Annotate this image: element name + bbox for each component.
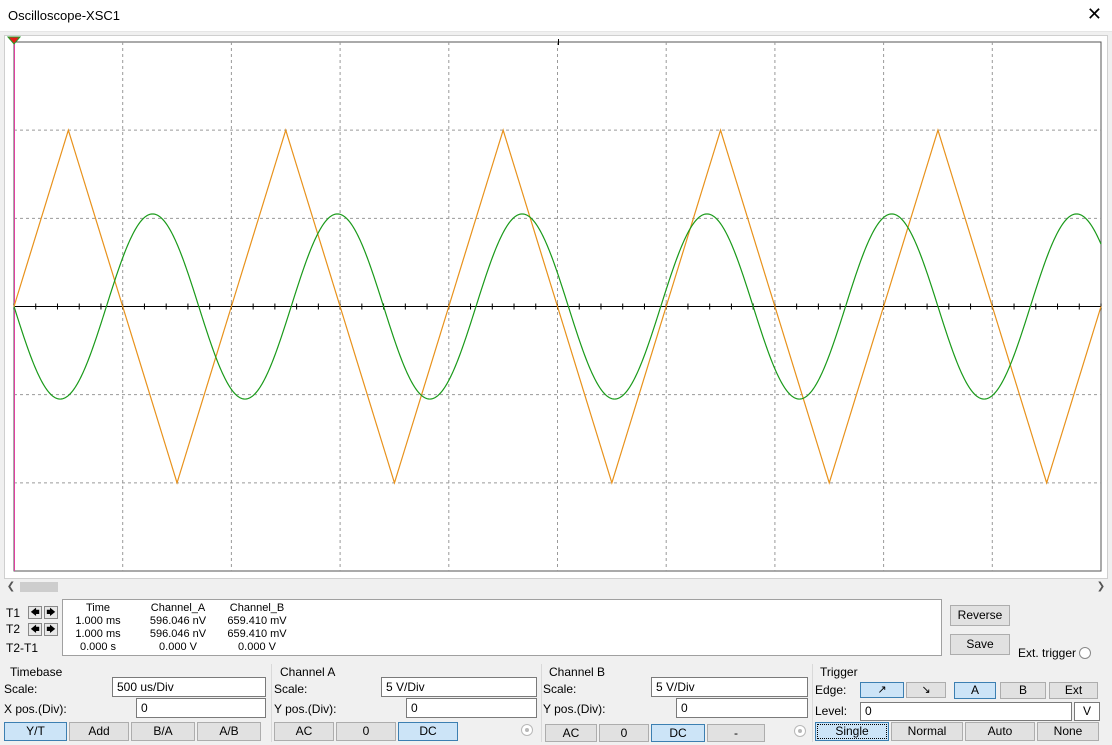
oscilloscope-display[interactable] xyxy=(4,35,1108,579)
channel-a-ac-button[interactable]: AC xyxy=(274,722,334,741)
t1-left-arrow-icon[interactable]: 🡄 xyxy=(28,606,42,619)
diff-channel-b: 0.000 V xyxy=(238,641,276,653)
rising-edge-icon[interactable]: ↗ xyxy=(860,682,904,698)
t2-label: T2 xyxy=(6,622,21,636)
trigger-level-unit[interactable]: V xyxy=(1074,702,1100,721)
trigger-level-label: Level: xyxy=(815,704,848,718)
t2-t1-label: T2-T1 xyxy=(6,641,39,655)
header-channel-b: Channel_B xyxy=(229,602,285,614)
window-title: Oscilloscope-XSC1 xyxy=(8,8,120,23)
timebase-xpos-label: X pos.(Div): xyxy=(4,702,67,716)
t2-channel-b: 659.410 mV xyxy=(227,628,287,640)
t1-label: T1 xyxy=(6,606,21,620)
trigger-source-ext-button[interactable]: Ext xyxy=(1049,682,1098,699)
channel-a-scale-input[interactable]: 5 V/Div xyxy=(381,677,537,697)
timebase-title: Timebase xyxy=(10,665,63,679)
diff-time: 0.000 s xyxy=(79,641,117,653)
t2-channel-a: 596.046 nV xyxy=(149,628,207,640)
scroll-thumb[interactable] xyxy=(20,582,58,592)
timebase-scale-label: Scale: xyxy=(4,682,38,696)
trigger-source-b-button[interactable]: B xyxy=(1000,682,1046,699)
t1-right-arrow-icon[interactable]: 🡆 xyxy=(44,606,58,619)
t1-channel-a: 596.046 nV xyxy=(149,615,207,627)
channel-b-ac-button[interactable]: AC xyxy=(545,724,597,742)
channel-b-ypos-input[interactable]: 0 xyxy=(676,698,808,718)
diff-channel-a: 0.000 V xyxy=(159,641,197,653)
horizontal-scrollbar[interactable]: ❮ ❯ xyxy=(4,580,1108,594)
t1-time: 1.000 ms xyxy=(75,615,121,627)
channel-b-title: Channel B xyxy=(549,665,606,679)
channel-a-title: Channel A xyxy=(280,665,336,679)
timebase-xpos-input[interactable]: 0 xyxy=(136,698,266,718)
mode-yt-button[interactable]: Y/T xyxy=(4,722,67,741)
t1-channel-b: 659.410 mV xyxy=(227,615,287,627)
timebase-scale-input[interactable]: 500 us/Div xyxy=(112,677,266,697)
header-channel-a: Channel_A xyxy=(150,602,206,614)
trigger-source-a-button[interactable]: A xyxy=(954,682,996,699)
channel-a-ypos-input[interactable]: 0 xyxy=(406,698,537,718)
group-separator xyxy=(271,664,272,742)
channel-b-invert-button[interactable]: - xyxy=(707,724,765,742)
mode-ba-button[interactable]: B/A xyxy=(131,722,195,741)
mode-ab-button[interactable]: A/B xyxy=(197,722,261,741)
channel-b-zero-button[interactable]: 0 xyxy=(599,724,649,742)
close-icon[interactable]: ✕ xyxy=(1087,5,1102,23)
scroll-right-icon[interactable]: ❯ xyxy=(1094,580,1108,594)
channel-b-scale-label: Scale: xyxy=(543,682,577,696)
mode-add-button[interactable]: Add xyxy=(69,722,129,741)
reverse-button[interactable]: Reverse xyxy=(950,605,1010,626)
title-bar: Oscilloscope-XSC1 ✕ xyxy=(0,0,1112,32)
channel-a-scale-label: Scale: xyxy=(274,682,308,696)
scroll-left-icon[interactable]: ❮ xyxy=(4,580,18,594)
channel-b-ypos-label: Y pos.(Div): xyxy=(543,702,606,716)
channel-a-zero-button[interactable]: 0 xyxy=(336,722,396,741)
channel-b-dc-button[interactable]: DC xyxy=(651,724,705,742)
ext-trigger-label: Ext. trigger xyxy=(1018,646,1077,660)
t2-right-arrow-icon[interactable]: 🡆 xyxy=(44,623,58,636)
trigger-single-button[interactable]: Single xyxy=(815,722,889,741)
trigger-auto-button[interactable]: Auto xyxy=(965,722,1035,741)
trigger-marker-icon xyxy=(6,36,22,45)
channel-b-radio[interactable] xyxy=(794,725,806,737)
channel-b-scale-input[interactable]: 5 V/Div xyxy=(651,677,808,697)
header-time: Time xyxy=(85,602,111,614)
trigger-level-input[interactable]: 0 xyxy=(860,702,1072,721)
group-separator xyxy=(541,664,542,742)
save-button[interactable]: Save xyxy=(950,634,1010,655)
channel-a-radio[interactable] xyxy=(521,724,533,736)
group-separator xyxy=(812,664,813,742)
t2-left-arrow-icon[interactable]: 🡄 xyxy=(28,623,42,636)
measurement-table: Time Channel_A Channel_B 1.000 ms 596.04… xyxy=(62,599,942,656)
ext-trigger-radio[interactable] xyxy=(1079,647,1091,659)
waveform-plot xyxy=(6,36,1102,572)
trigger-title: Trigger xyxy=(820,665,858,679)
channel-a-ypos-label: Y pos.(Div): xyxy=(274,702,337,716)
falling-edge-icon[interactable]: ↘ xyxy=(906,682,946,698)
trigger-none-button[interactable]: None xyxy=(1037,722,1099,741)
trigger-edge-label: Edge: xyxy=(815,683,847,697)
trigger-normal-button[interactable]: Normal xyxy=(891,722,963,741)
channel-a-dc-button[interactable]: DC xyxy=(398,722,458,741)
t2-time: 1.000 ms xyxy=(75,628,121,640)
